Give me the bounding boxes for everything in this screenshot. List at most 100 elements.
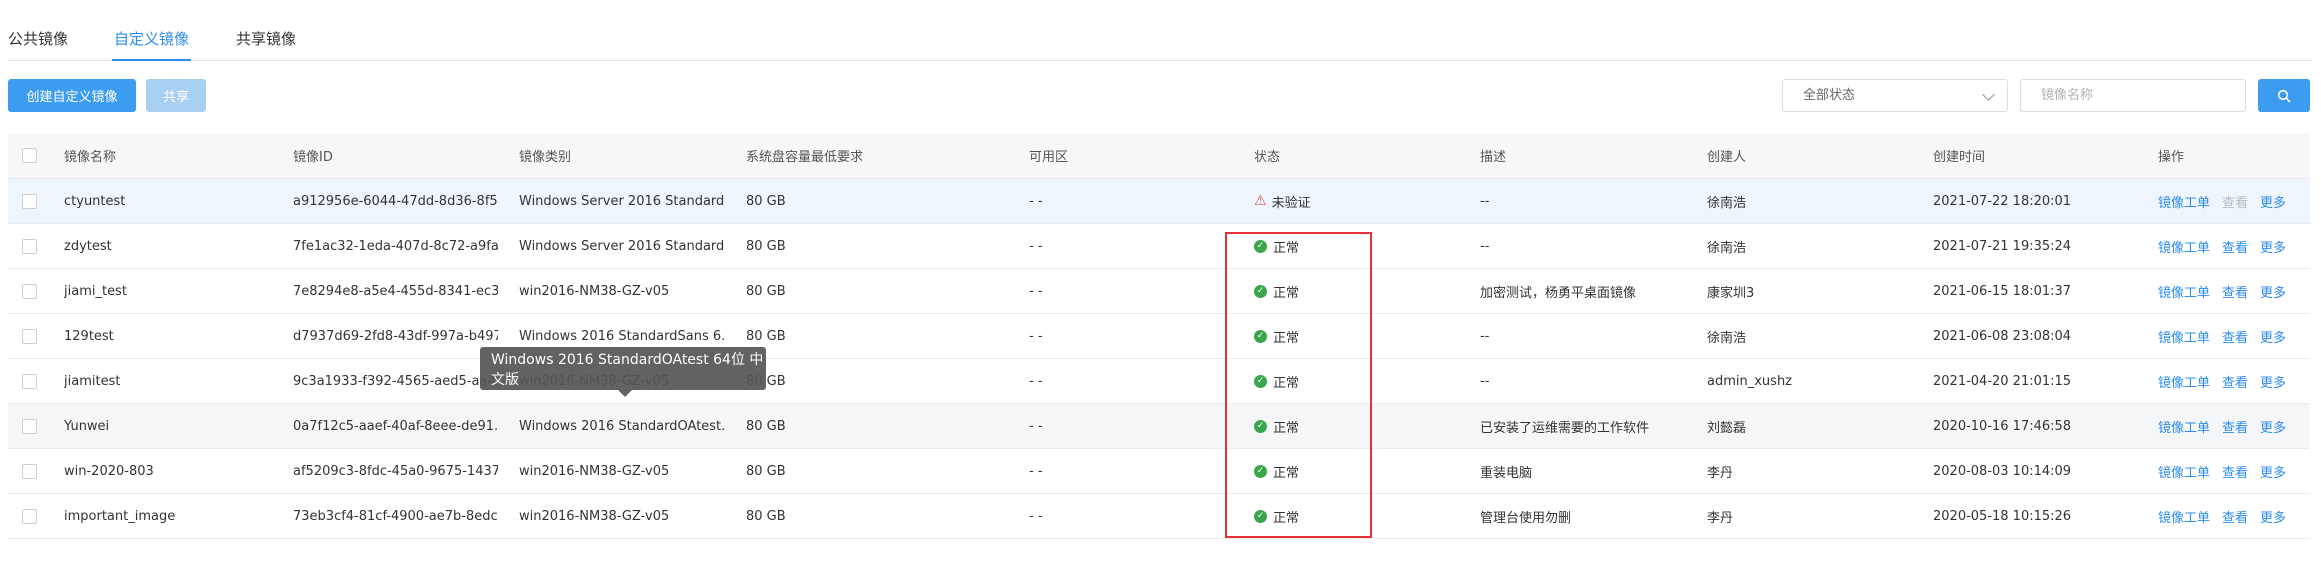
cell-category: Windows Server 2016 Standard bbox=[519, 193, 724, 209]
cell-actions: 镜像工单 查看 更多 bbox=[2158, 179, 2298, 223]
cell-description: -- bbox=[1480, 328, 1490, 344]
more-link[interactable]: 更多 bbox=[2260, 327, 2286, 346]
select-all-checkbox[interactable] bbox=[22, 148, 37, 163]
cell-description: 重装电脑 bbox=[1480, 465, 1533, 481]
cell-zone: - - bbox=[1029, 193, 1043, 209]
table-row[interactable]: 129test d7937d69-2fd8-43df-997a-b497... Wi… bbox=[8, 314, 2310, 359]
image-ticket-link[interactable]: 镜像工单 bbox=[2158, 282, 2210, 301]
image-name-search-input[interactable] bbox=[2020, 79, 2246, 112]
highlight-box bbox=[1225, 232, 1372, 538]
tab-public-images[interactable]: 公共镜像 bbox=[8, 28, 68, 49]
row-checkbox[interactable] bbox=[22, 329, 37, 344]
image-ticket-link[interactable]: 镜像工单 bbox=[2158, 237, 2210, 256]
cell-created-time: 2020-08-03 10:14:09 bbox=[1933, 463, 2072, 479]
search-button[interactable] bbox=[2258, 79, 2310, 112]
cell-disk: 80 GB bbox=[746, 283, 786, 299]
row-checkbox[interactable] bbox=[22, 194, 37, 209]
row-checkbox[interactable] bbox=[22, 374, 37, 389]
tab-shared-images[interactable]: 共享镜像 bbox=[236, 28, 296, 49]
table-row[interactable]: ctyuntest a912956e-6044-47dd-8d36-8f5... W… bbox=[8, 179, 2310, 224]
view-link[interactable]: 查看 bbox=[2222, 462, 2248, 481]
image-tabs: 公共镜像 自定义镜像 共享镜像 bbox=[8, 0, 2313, 61]
tab-custom-images[interactable]: 自定义镜像 bbox=[111, 28, 192, 61]
row-checkbox[interactable] bbox=[22, 419, 37, 434]
image-ticket-link[interactable]: 镜像工单 bbox=[2158, 327, 2210, 346]
image-ticket-link[interactable]: 镜像工单 bbox=[2158, 192, 2210, 211]
more-link[interactable]: 更多 bbox=[2260, 192, 2286, 211]
row-checkbox[interactable] bbox=[22, 239, 37, 254]
cell-name: jiamitest bbox=[64, 373, 121, 389]
table-row[interactable]: jiamitest9c3a1933-f392-4565-aed5-aa4...w… bbox=[8, 359, 2310, 404]
header-created-time: 创建时间 bbox=[1933, 150, 1986, 165]
image-ticket-link[interactable]: 镜像工单 bbox=[2158, 417, 2210, 436]
share-button[interactable]: 共享 bbox=[146, 79, 206, 112]
create-custom-image-button[interactable]: 创建自定义镜像 bbox=[8, 79, 136, 112]
warning-icon: ⚠ bbox=[1254, 193, 1267, 209]
cell-description: 管理台使用勿删 bbox=[1480, 510, 1572, 526]
row-checkbox[interactable] bbox=[22, 464, 37, 479]
image-ticket-link[interactable]: 镜像工单 bbox=[2158, 372, 2210, 391]
view-link[interactable]: 查看 bbox=[2222, 417, 2248, 436]
cell-actions: 镜像工单 查看 更多 bbox=[2158, 314, 2298, 358]
cell-creator: 徐南浩 bbox=[1707, 195, 1747, 211]
cell-creator: 康家圳3 bbox=[1707, 285, 1755, 301]
row-checkbox[interactable] bbox=[22, 509, 37, 524]
cell-category: Windows 2016 StandardOAtest... bbox=[519, 418, 724, 434]
chevron-down-icon bbox=[1982, 88, 1995, 101]
cell-actions: 镜像工单 查看 更多 bbox=[2158, 359, 2298, 403]
cell-description: 加密测试，杨勇平桌面镜像 bbox=[1480, 285, 1637, 301]
cell-created-time: 2020-05-18 10:15:26 bbox=[1933, 508, 2072, 524]
cell-zone: - - bbox=[1029, 238, 1043, 254]
category-tooltip: Windows 2016 StandardOAtest 64位 中文版 bbox=[480, 347, 766, 397]
cell-actions: 镜像工单 查看 更多 bbox=[2158, 404, 2298, 448]
cell-created-time: 2021-07-22 18:20:01 bbox=[1933, 193, 2072, 209]
view-link[interactable]: 查看 bbox=[2222, 372, 2248, 391]
cell-created-time: 2021-06-15 18:01:37 bbox=[1933, 283, 2072, 299]
cell-created-time: 2020-10-16 17:46:58 bbox=[1933, 418, 2072, 434]
cell-status: ⚠ 未验证 bbox=[1254, 179, 1311, 223]
table-row[interactable]: Yunwei 0a7f12c5-aaef-40af-8eee-de91... Win… bbox=[8, 404, 2310, 449]
view-link[interactable]: 查看 bbox=[2222, 507, 2248, 526]
cell-actions: 镜像工单 查看 更多 bbox=[2158, 224, 2298, 268]
row-checkbox[interactable] bbox=[22, 284, 37, 299]
image-ticket-link[interactable]: 镜像工单 bbox=[2158, 507, 2210, 526]
more-link[interactable]: 更多 bbox=[2260, 237, 2286, 256]
more-link[interactable]: 更多 bbox=[2260, 282, 2286, 301]
cell-creator: 徐南浩 bbox=[1707, 330, 1747, 346]
table-row[interactable]: zdytest 7fe1ac32-1eda-407d-8c72-a9fa... Wi… bbox=[8, 224, 2310, 269]
more-link[interactable]: 更多 bbox=[2260, 372, 2286, 391]
more-link[interactable]: 更多 bbox=[2260, 507, 2286, 526]
cell-id: af5209c3-8fdc-45a0-9675-1437... bbox=[293, 463, 498, 479]
image-table: 镜像名称 镜像ID 镜像类别 系统盘容量最低要求 可用区 状态 描述 创建人 创… bbox=[8, 133, 2310, 539]
status-filter-select[interactable]: 全部状态 bbox=[1782, 79, 2008, 112]
table-row[interactable]: jiami_test 7e8294e8-a5e4-455d-8341-ec3...… bbox=[8, 269, 2310, 314]
cell-zone: - - bbox=[1029, 373, 1043, 389]
cell-zone: - - bbox=[1029, 508, 1043, 524]
cell-name: Yunwei bbox=[64, 418, 110, 434]
cell-creator: 刘懿磊 bbox=[1707, 420, 1747, 436]
view-link[interactable]: 查看 bbox=[2222, 192, 2248, 211]
view-link[interactable]: 查看 bbox=[2222, 327, 2248, 346]
more-link[interactable]: 更多 bbox=[2260, 462, 2286, 481]
cell-zone: - - bbox=[1029, 463, 1043, 479]
status-label: 未验证 bbox=[1271, 195, 1311, 211]
cell-actions: 镜像工单 查看 更多 bbox=[2158, 449, 2298, 493]
cell-description: -- bbox=[1480, 193, 1490, 209]
table-row[interactable]: win-2020-803 af5209c3-8fdc-45a0-9675-1437… bbox=[8, 449, 2310, 494]
cell-created-time: 2021-04-20 21:01:15 bbox=[1933, 373, 2072, 389]
cell-disk: 80 GB bbox=[746, 193, 786, 209]
header-description: 描述 bbox=[1480, 150, 1507, 165]
search-icon bbox=[2277, 89, 2291, 102]
cell-name: zdytest bbox=[64, 238, 112, 254]
status-filter-value: 全部状态 bbox=[1803, 88, 1856, 103]
cell-name: ctyuntest bbox=[64, 193, 126, 209]
view-link[interactable]: 查看 bbox=[2222, 237, 2248, 256]
cell-id: 73eb3cf4-81cf-4900-ae7b-8edc... bbox=[293, 508, 498, 524]
image-ticket-link[interactable]: 镜像工单 bbox=[2158, 462, 2210, 481]
cell-disk: 80 GB bbox=[746, 238, 786, 254]
cell-created-time: 2021-06-08 23:08:04 bbox=[1933, 328, 2072, 344]
more-link[interactable]: 更多 bbox=[2260, 417, 2286, 436]
view-link[interactable]: 查看 bbox=[2222, 282, 2248, 301]
table-row[interactable]: important_image 73eb3cf4-81cf-4900-ae7b-8… bbox=[8, 494, 2310, 539]
header-status: 状态 bbox=[1254, 150, 1281, 165]
